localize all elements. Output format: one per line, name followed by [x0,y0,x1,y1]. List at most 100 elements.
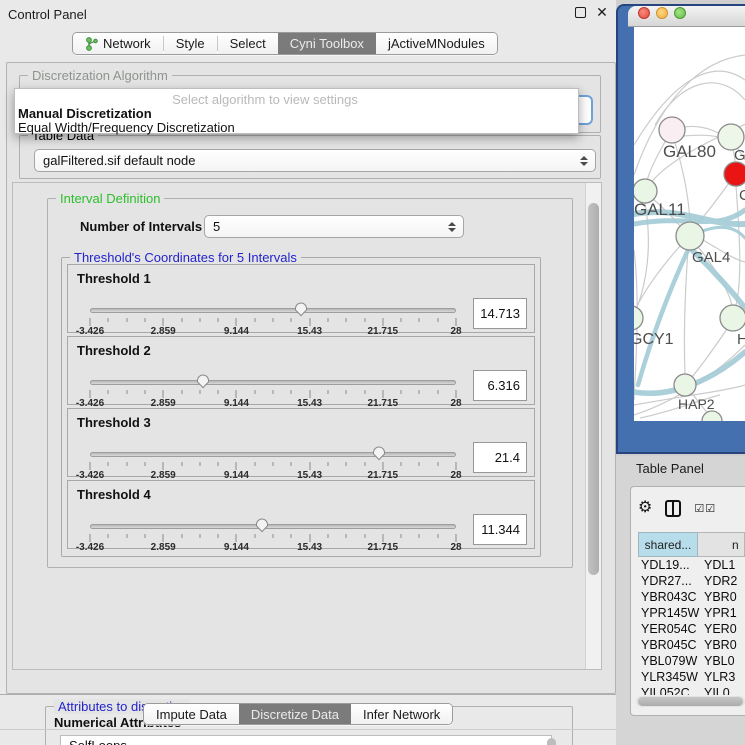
cell-name[interactable]: YER0 [700,621,745,637]
cell-shared-name[interactable]: YBR043C [638,589,700,605]
node-label-GAL11: GAL11 [634,200,686,219]
column-header-name[interactable]: n [698,532,745,557]
slider-scale-labels: -3.4262.8599.14415.4321.71528 [90,326,456,336]
select-checkboxes-icon[interactable]: ☑☑ [694,502,716,515]
numerical-attributes-list[interactable]: SelfLoopsTopologicalCoefficientBetweenne… [60,735,552,745]
threshold-value-field[interactable]: 11.344 [473,514,527,545]
table-panel-title: Table Panel [636,461,704,476]
cell-shared-name[interactable]: YDL19... [638,557,700,573]
slider-scale-labels: -3.4262.8599.14415.4321.71528 [90,398,456,408]
tab-cyni-toolbox[interactable]: Cyni Toolbox [278,33,376,54]
cell-shared-name[interactable]: YBR045C [638,637,700,653]
table-horizontal-scrollbar[interactable] [636,696,745,707]
table-row[interactable]: YBL079WYBL0 [638,653,745,669]
cell-name[interactable]: YIL0 [700,685,745,695]
threshold-slider[interactable]: -3.4262.8599.14415.4321.71528 [90,409,456,476]
table-row[interactable]: YBR043CYBR0 [638,589,745,605]
slider-ticks [90,317,456,326]
threshold-panel-2: Threshold 2-3.4262.8599.14415.4321.71528… [67,336,535,405]
split-columns-icon[interactable] [665,500,681,517]
tab-jactivemnodules[interactable]: jActiveMNodules [376,33,497,54]
node-attribute-table[interactable]: shared... n YDL19...YDL1YDR27...YDR2YBR0… [638,532,745,695]
table-row[interactable]: YPR145WYPR1 [638,605,745,621]
threshold-panel-1: Threshold 1-3.4262.8599.14415.4321.71528… [67,264,535,333]
threshold-panel-3: Threshold 3-3.4262.8599.14415.4321.71528… [67,408,535,477]
settings-scrollbar[interactable] [585,183,601,669]
cell-name[interactable]: YPR1 [700,605,745,621]
cell-shared-name[interactable]: YPR145W [638,605,700,621]
table-row[interactable]: YDR27...YDR2 [638,573,745,589]
cell-shared-name[interactable]: YIL052C [638,685,700,695]
slider-track[interactable] [90,452,456,457]
slider-thumb[interactable] [254,517,270,533]
table-row[interactable]: YER054CYER0 [638,621,745,637]
network-node-H[interactable] [720,305,745,331]
threshold-slider[interactable]: -3.4262.8599.14415.4321.71528 [90,265,456,332]
threshold-slider[interactable]: -3.4262.8599.14415.4321.71528 [90,337,456,404]
node-label-GAL4: GAL4 [692,249,730,266]
slider-thumb[interactable] [195,373,211,389]
slider-thumb[interactable] [293,301,309,317]
cell-name[interactable]: YBR0 [700,589,745,605]
threshold-value-field[interactable]: 14.713 [473,298,527,329]
tab-network[interactable]: Network [73,33,163,54]
tab-select[interactable]: Select [218,33,278,54]
tab-network-label: Network [103,36,151,51]
cell-name[interactable]: YBL0 [700,653,745,669]
cell-name[interactable]: YLR3 [700,669,745,685]
close-icon[interactable]: ✕ [595,5,609,19]
tab-jactivemnodules-label: jActiveMNodules [388,36,485,51]
tab-style[interactable]: Style [164,33,217,54]
zoom-traffic-light-icon[interactable] [674,7,686,19]
threshold-slider[interactable]: -3.4262.8599.14415.4321.71528 [90,481,456,548]
tab-discretize-data[interactable]: Discretize Data [239,704,351,724]
network-canvas[interactable]: GAL80GACGAL11GAL4GCY1HHAP2 [634,27,745,421]
attributes-scrollbar[interactable] [547,738,556,745]
network-node-GAL4[interactable] [676,222,704,250]
table-row[interactable]: YBR045CYBR0 [638,637,745,653]
slider-thumb[interactable] [371,445,387,461]
gear-icon[interactable]: ⚙ [638,500,652,516]
table-header-row: shared... n [638,532,745,557]
network-icon [85,37,98,51]
threshold-value-field[interactable]: 21.4 [473,442,527,473]
network-node-HAP2[interactable] [674,374,696,396]
cell-shared-name[interactable]: YER054C [638,621,700,637]
cell-shared-name[interactable]: YDR27... [638,573,700,589]
cell-name[interactable]: YDL1 [700,557,745,573]
tab-impute-data[interactable]: Impute Data [144,704,239,724]
number-of-intervals-combobox[interactable]: 5 [204,215,464,238]
option-manual-discretization[interactable]: Manual Discretization [18,106,152,121]
tab-select-label: Select [230,36,266,51]
option-equal-width-frequency[interactable]: Equal Width/Frequency Discretization [18,120,235,135]
column-header-shared[interactable]: shared... [638,532,698,557]
close-traffic-light-icon[interactable] [638,7,650,19]
slider-track[interactable] [90,380,456,385]
table-row[interactable]: YDL19...YDL1 [638,557,745,573]
network-node-red[interactable] [724,162,745,186]
threshold-value-field[interactable]: 6.316 [473,370,527,401]
slider-track[interactable] [90,524,456,529]
cell-shared-name[interactable]: YBL079W [638,653,700,669]
dropdown-hint: Select algorithm to view settings [15,92,515,107]
slider-ticks [90,533,456,542]
network-node-bottom[interactable] [702,411,722,421]
cell-shared-name[interactable]: YLR345W [638,669,700,685]
scrollbar-thumb[interactable] [638,697,743,706]
cell-name[interactable]: YDR2 [700,573,745,589]
tab-cyni-toolbox-label: Cyni Toolbox [290,36,364,51]
network-node-GAL80[interactable] [659,117,685,143]
table-row[interactable]: YLR345WYLR3 [638,669,745,685]
panel-title: Control Panel [8,7,87,22]
slider-track[interactable] [90,308,456,313]
table-data-combobox[interactable]: galFiltered.sif default node [34,149,596,172]
cell-name[interactable]: YBR0 [700,637,745,653]
float-panel-icon[interactable] [575,7,586,18]
divider [0,694,616,695]
minimize-traffic-light-icon[interactable] [656,7,668,19]
network-node-GCY1[interactable] [634,306,643,330]
table-row[interactable]: YIL052CYIL0 [638,685,745,695]
scrollbar-thumb[interactable] [588,203,599,575]
attribute-item[interactable]: SelfLoops [69,738,551,745]
tab-infer-network[interactable]: Infer Network [351,704,452,724]
